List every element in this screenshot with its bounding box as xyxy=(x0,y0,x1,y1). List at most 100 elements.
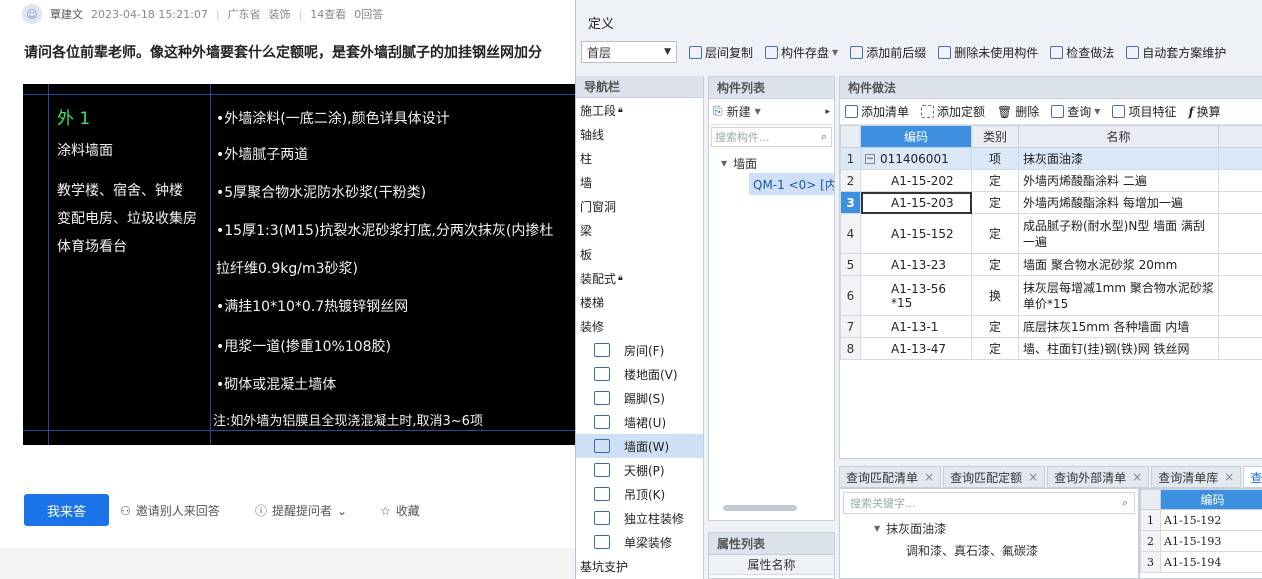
tab-match-quota[interactable]: 查询匹配定额 × xyxy=(943,466,1046,488)
column-header-type[interactable]: 类别 xyxy=(971,125,1019,148)
query-button[interactable]: 查询 ▼ xyxy=(1051,103,1100,120)
name-cell[interactable]: 底层抹灰15mm 各种墙面 内墙 xyxy=(1018,315,1219,338)
item-feature-button[interactable]: 项目特征 xyxy=(1112,103,1176,120)
attribute-name-column[interactable]: 属性名称 xyxy=(709,555,834,575)
code-cell[interactable]: A1-15-193 xyxy=(1160,530,1262,552)
nav-item-decoration[interactable]: 装修 xyxy=(576,314,703,338)
remind-button[interactable]: ⓘ 提醒提问者 ⌄ xyxy=(255,502,347,519)
type-cell[interactable]: 定 xyxy=(971,253,1019,276)
tree-group[interactable]: ▼ 墙面 xyxy=(709,153,834,173)
extra-cell[interactable] xyxy=(1218,169,1262,192)
extra-cell[interactable] xyxy=(1218,337,1262,360)
floor-select[interactable]: 首层 ▼ xyxy=(581,41,677,63)
nav-item-column[interactable]: 柱 xyxy=(576,146,703,170)
keyword-search-input[interactable]: 搜索关键字... ⌕ xyxy=(843,492,1135,514)
column-header-name[interactable]: 名称 xyxy=(1018,125,1219,148)
code-cell[interactable]: A1-13-47 xyxy=(860,337,972,360)
code-cell[interactable]: A1-13-1 xyxy=(860,315,972,338)
table-row[interactable]: 2 A1-15-193 xyxy=(1140,530,1262,552)
component-search-input[interactable]: 搜索构件... ⌕ xyxy=(711,127,832,147)
new-component-button[interactable]: 新建 xyxy=(727,103,751,120)
nav-item-prefab[interactable]: 装配式 🔒︎ xyxy=(576,266,703,290)
extra-cell[interactable] xyxy=(1218,191,1262,214)
nav-item-wall[interactable]: 墙 xyxy=(576,170,703,194)
code-cell[interactable]: −011406001 xyxy=(860,147,972,170)
collapse-icon[interactable]: − xyxy=(865,154,875,164)
close-icon[interactable]: × xyxy=(1132,470,1142,484)
cad-drawing-image[interactable]: 外 1 涂料墙面 教学楼、宿舍、钟楼 变配电房、垃圾收集房 体育场看台 •外墙涂… xyxy=(23,84,588,445)
table-row[interactable]: 2 A1-15-202 定 外墙丙烯酸酯涂料 二遍 xyxy=(840,169,1262,192)
tab-match-bill[interactable]: 查询匹配清单 × xyxy=(839,466,942,488)
name-cell[interactable]: 外墙丙烯酸酯涂料 每增加一遍 xyxy=(1018,191,1219,214)
table-row[interactable]: 6 A1-13-56 *15 换 抹灰层每增减1mm 聚合物水泥砂浆 单价*15 xyxy=(840,275,1262,316)
nav-sub-dado[interactable]: 墙裙(U) xyxy=(576,410,703,434)
type-cell[interactable]: 定 xyxy=(971,315,1019,338)
component-item[interactable]: QM-1 <0> [内 xyxy=(749,173,834,195)
add-bill-button[interactable]: 添加清单 xyxy=(845,103,909,120)
nav-item-beam[interactable]: 梁 xyxy=(576,218,703,242)
table-row[interactable]: 4 A1-15-152 定 成品腻子粉(耐水型)N型 墙面 满刮一遍 xyxy=(840,213,1262,254)
delete-button[interactable]: 🗑︎ 删除 xyxy=(997,103,1039,120)
nav-sub-suspended-ceiling[interactable]: 吊顶(K) xyxy=(576,482,703,506)
name-cell[interactable]: 成品腻子粉(耐水型)N型 墙面 满刮一遍 xyxy=(1018,213,1219,254)
nav-sub-ceiling[interactable]: 天棚(P) xyxy=(576,458,703,482)
table-row[interactable]: 7 A1-13-1 定 底层抹灰15mm 各种墙面 内墙 xyxy=(840,315,1262,338)
nav-sub-wall-surface[interactable]: 墙面(W) xyxy=(576,434,703,458)
code-cell[interactable]: A1-15-192 xyxy=(1160,509,1262,531)
code-cell[interactable]: A1-15-152 xyxy=(860,213,972,254)
table-row[interactable]: 8 A1-13-47 定 墙、柱面钉(挂)钢(铁)网 铁丝网 xyxy=(840,337,1262,360)
extra-cell[interactable] xyxy=(1218,315,1262,338)
nav-item-section[interactable]: 施工段 🔒︎ xyxy=(576,98,703,122)
horizontal-scrollbar[interactable] xyxy=(723,505,797,511)
type-cell[interactable]: 项 xyxy=(971,147,1019,170)
nav-item-stairs[interactable]: 楼梯 xyxy=(576,290,703,314)
add-prefix-suffix-button[interactable]: 添加前后缀 xyxy=(850,44,926,61)
code-cell[interactable]: A1-15-194 xyxy=(1160,551,1262,573)
nav-item-slab[interactable]: 板 xyxy=(576,242,703,266)
check-method-button[interactable]: 检查做法 xyxy=(1050,44,1114,61)
table-row[interactable]: 3 A1-15-203 定 外墙丙烯酸酯涂料 每增加一遍 xyxy=(840,191,1262,214)
answer-button[interactable]: 我来答 xyxy=(24,494,109,526)
table-row[interactable]: 1 −011406001 项 抹灰面油漆 xyxy=(840,147,1262,170)
nav-sub-floor[interactable]: 楼地面(V) xyxy=(576,362,703,386)
name-cell[interactable]: 墙、柱面钉(挂)钢(铁)网 铁丝网 xyxy=(1018,337,1219,360)
tree-group[interactable]: ▼ 抹灰面油漆 xyxy=(840,517,1138,539)
extra-cell[interactable] xyxy=(1218,253,1262,276)
close-icon[interactable]: × xyxy=(1028,470,1038,484)
nav-sub-column-finish[interactable]: 独立柱装修 xyxy=(576,506,703,530)
add-quota-button[interactable]: 添加定额 xyxy=(921,103,985,120)
table-row[interactable]: 1 A1-15-192 xyxy=(1140,509,1262,531)
close-icon[interactable]: × xyxy=(1224,470,1234,484)
type-cell[interactable]: 定 xyxy=(971,337,1019,360)
more-icon[interactable]: ▸ xyxy=(825,107,830,117)
avatar[interactable]: ☺ xyxy=(22,4,42,24)
column-header-code[interactable]: 编码 xyxy=(860,125,972,148)
type-cell[interactable]: 定 xyxy=(971,169,1019,192)
nav-sub-room[interactable]: 房间(F) xyxy=(576,338,703,362)
tab-query[interactable]: 查询 xyxy=(1243,466,1262,488)
invite-button[interactable]: ⚇ 邀请别人来回答 xyxy=(120,502,220,519)
name-cell[interactable]: 抹灰面油漆 xyxy=(1018,147,1219,170)
name-cell[interactable]: 抹灰层每增减1mm 聚合物水泥砂浆 单价*15 xyxy=(1018,275,1219,316)
nav-item-foundation-support[interactable]: 基坑支护 xyxy=(576,554,703,578)
tab-external-bill[interactable]: 查询外部清单 × xyxy=(1047,466,1150,488)
extra-cell[interactable] xyxy=(1218,275,1262,316)
nav-item-door-window[interactable]: 门窗洞 xyxy=(576,194,703,218)
table-row[interactable]: 3 A1-15-194 xyxy=(1140,551,1262,573)
copy-between-floors-button[interactable]: 层间复制 xyxy=(689,44,753,61)
code-cell[interactable]: A1-13-56 *15 xyxy=(860,275,972,316)
author-name[interactable]: 覃建文 xyxy=(50,6,83,22)
table-row[interactable]: 5 A1-13-23 定 墙面 聚合物水泥砂浆 20mm xyxy=(840,253,1262,276)
nav-sub-skirting[interactable]: 踢脚(S) xyxy=(576,386,703,410)
tab-bill-library[interactable]: 查询清单库 × xyxy=(1151,466,1242,488)
extra-cell[interactable] xyxy=(1218,213,1262,254)
column-header-code[interactable]: 编码 xyxy=(1160,489,1262,510)
nav-sub-beam-finish[interactable]: 单梁装修 xyxy=(576,530,703,554)
type-cell[interactable]: 换 xyxy=(971,275,1019,316)
auto-scheme-button[interactable]: 自动套方案维护 xyxy=(1126,44,1226,61)
type-cell[interactable]: 定 xyxy=(971,213,1019,254)
code-cell[interactable]: A1-15-202 xyxy=(860,169,972,192)
tree-item[interactable]: 调和漆、真石漆、氟碳漆 xyxy=(840,539,1138,561)
convert-button[interactable]: f 换算 xyxy=(1188,103,1220,120)
save-component-button[interactable]: 构件存盘 ▼ xyxy=(765,44,838,61)
